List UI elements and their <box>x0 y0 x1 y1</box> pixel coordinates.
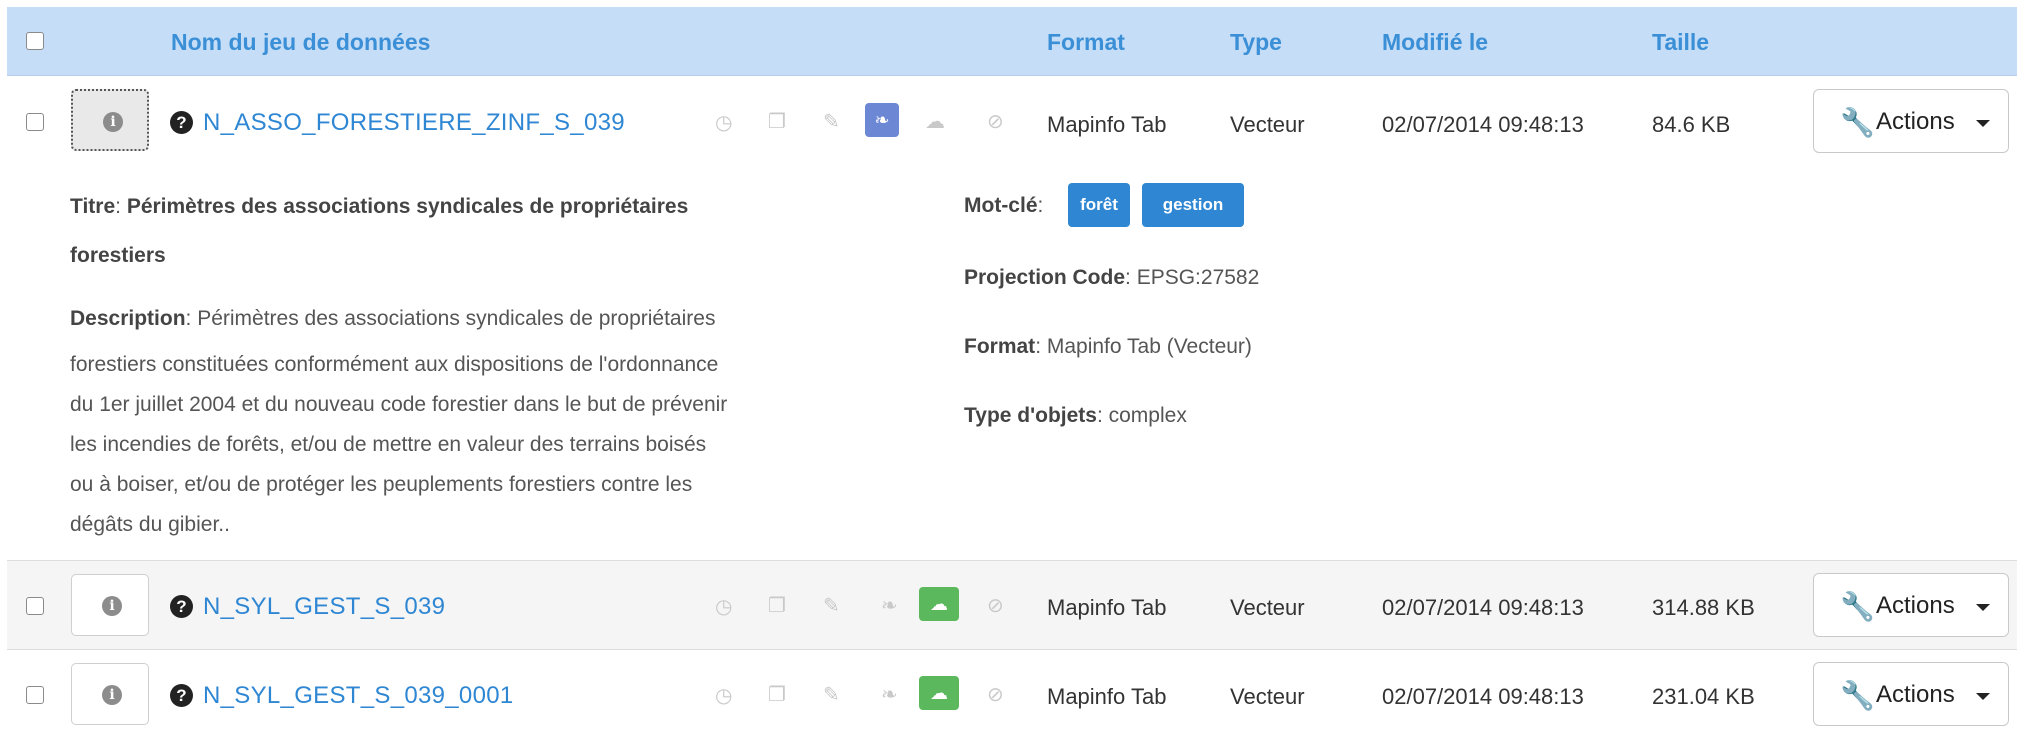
format-cell: Mapinfo Tab <box>1047 112 1167 137</box>
format-value: Mapinfo Tab (Vecteur) <box>1046 335 1252 358</box>
title-value-line2: forestiers <box>70 244 166 267</box>
dataset-detail-panel: Titre: Périmètres des associations syndi… <box>7 167 2017 560</box>
feather-icon[interactable]: ❧ <box>865 103 899 137</box>
paperclip-icon[interactable]: ⊘ <box>987 594 1004 618</box>
caret-down-icon <box>1976 604 1990 611</box>
title-label: Titre <box>70 195 116 218</box>
description-line5: ou à boiser, et/ou de protéger les peupl… <box>70 473 693 496</box>
question-circle-icon[interactable]: ? <box>170 111 193 134</box>
caret-down-icon <box>1976 120 1990 127</box>
detail-description: Description: Périmètres des associations… <box>70 307 716 330</box>
format-cell: Mapinfo Tab <box>1047 684 1167 709</box>
copy-icon[interactable]: ❐ <box>768 594 786 618</box>
feather-icon[interactable]: ❧ <box>881 594 898 618</box>
title-value-line1: Périmètres des associations syndicales d… <box>126 195 689 218</box>
info-icon: i <box>102 596 122 616</box>
paperclip-icon[interactable]: ⊘ <box>987 683 1004 707</box>
keyword-label: Mot-clé: <box>964 194 1044 217</box>
description-line6: dégâts du gibier.. <box>70 513 230 536</box>
header-modified[interactable]: Modifié le <box>1382 29 1488 56</box>
actions-label: Actions <box>1876 681 1955 708</box>
cloud-upload-icon[interactable]: ☁ <box>919 676 959 710</box>
clock-icon[interactable]: ◷ <box>715 595 732 619</box>
table-row: i ? N_SYL_GEST_S_039_0001 ◷ ❐ ✎ ❧ ☁ ⊘ Ma… <box>7 650 2017 734</box>
pin-icon[interactable]: ✎ <box>823 110 840 134</box>
question-circle-icon[interactable]: ? <box>170 595 193 618</box>
type-cell: Vecteur <box>1230 595 1305 620</box>
pin-icon[interactable]: ✎ <box>823 594 840 618</box>
detail-title: Titre: Périmètres des associations syndi… <box>70 195 689 218</box>
description-label: Description <box>70 307 186 330</box>
paperclip-icon[interactable]: ⊘ <box>987 110 1004 134</box>
detail-projection: Projection Code: EPSG:27582 <box>964 266 1260 289</box>
size-cell: 84.6 KB <box>1652 112 1731 137</box>
clock-icon[interactable]: ◷ <box>715 684 732 708</box>
select-all-checkbox[interactable] <box>26 32 44 50</box>
header-format[interactable]: Format <box>1047 29 1125 56</box>
caret-down-icon <box>1976 693 1990 700</box>
header-name[interactable]: Nom du jeu de données <box>171 29 430 56</box>
object-type-value: complex <box>1108 404 1187 427</box>
description-line3: du 1er juillet 2004 et du nouveau code f… <box>70 393 728 416</box>
wrench-icon: 🔧 <box>1840 591 1875 622</box>
description-line1: Périmètres des associations syndicales d… <box>197 307 716 330</box>
info-button[interactable]: i <box>71 89 149 151</box>
detail-title-cont: forestiers <box>70 244 166 268</box>
question-circle-icon[interactable]: ? <box>170 684 193 707</box>
cloud-upload-icon[interactable]: ☁ <box>919 587 959 621</box>
modified-cell: 02/07/2014 09:48:13 <box>1382 595 1584 620</box>
projection-label: Projection Code <box>964 266 1126 289</box>
row-checkbox[interactable] <box>26 686 44 704</box>
actions-button[interactable]: 🔧 Actions <box>1813 89 2009 153</box>
size-cell: 314.88 KB <box>1652 595 1755 620</box>
detail-format: Format: Mapinfo Tab (Vecteur) <box>964 335 1252 358</box>
info-icon: i <box>102 685 122 705</box>
cloud-upload-icon[interactable]: ☁ <box>925 110 945 134</box>
header-size[interactable]: Taille <box>1652 29 1709 56</box>
row-checkbox[interactable] <box>26 597 44 615</box>
copy-icon[interactable]: ❐ <box>768 110 786 134</box>
actions-label: Actions <box>1876 108 1955 135</box>
projection-value: EPSG:27582 <box>1136 266 1260 289</box>
description-line4: les incendies de forêts, et/ou de mettre… <box>70 433 707 456</box>
actions-button[interactable]: 🔧 Actions <box>1813 573 2009 637</box>
description-body: forestiers constituées conformément aux … <box>70 345 930 545</box>
dataset-name-link[interactable]: N_SYL_GEST_S_039_0001 <box>203 682 514 710</box>
type-cell: Vecteur <box>1230 112 1305 137</box>
object-type-label: Type d'objets <box>964 404 1097 427</box>
dataset-name-link[interactable]: N_SYL_GEST_S_039 <box>203 593 445 621</box>
table-header: Nom du jeu de données Format Type Modifi… <box>7 7 2017 76</box>
table-row: i ? N_SYL_GEST_S_039 ◷ ❐ ✎ ❧ ☁ ⊘ Mapinfo… <box>7 561 2017 649</box>
type-cell: Vecteur <box>1230 684 1305 709</box>
detail-object-type: Type d'objets: complex <box>964 404 1187 427</box>
format-label: Format <box>964 335 1036 358</box>
keyword-tag[interactable]: forêt <box>1068 183 1130 227</box>
size-cell: 231.04 KB <box>1652 684 1755 709</box>
feather-icon[interactable]: ❧ <box>881 683 898 707</box>
format-cell: Mapinfo Tab <box>1047 595 1167 620</box>
actions-button[interactable]: 🔧 Actions <box>1813 662 2009 726</box>
wrench-icon: 🔧 <box>1840 107 1875 138</box>
row-checkbox[interactable] <box>26 113 44 131</box>
wrench-icon: 🔧 <box>1840 680 1875 711</box>
header-type[interactable]: Type <box>1230 29 1282 56</box>
pin-icon[interactable]: ✎ <box>823 683 840 707</box>
dataset-name-link[interactable]: N_ASSO_FORESTIERE_ZINF_S_039 <box>203 109 625 137</box>
table-row: i ? N_ASSO_FORESTIERE_ZINF_S_039 ◷ ❐ ✎ ❧… <box>7 75 2017 167</box>
modified-cell: 02/07/2014 09:48:13 <box>1382 112 1584 137</box>
info-button[interactable]: i <box>71 574 149 636</box>
info-button[interactable]: i <box>71 663 149 725</box>
description-line2: forestiers constituées conformément aux … <box>70 353 719 376</box>
modified-cell: 02/07/2014 09:48:13 <box>1382 684 1584 709</box>
clock-icon[interactable]: ◷ <box>715 111 732 135</box>
keyword-tag[interactable]: gestion <box>1142 183 1244 227</box>
copy-icon[interactable]: ❐ <box>768 683 786 707</box>
keyword-label-text: Mot-clé <box>964 194 1038 217</box>
actions-label: Actions <box>1876 592 1955 619</box>
info-icon: i <box>103 112 123 132</box>
